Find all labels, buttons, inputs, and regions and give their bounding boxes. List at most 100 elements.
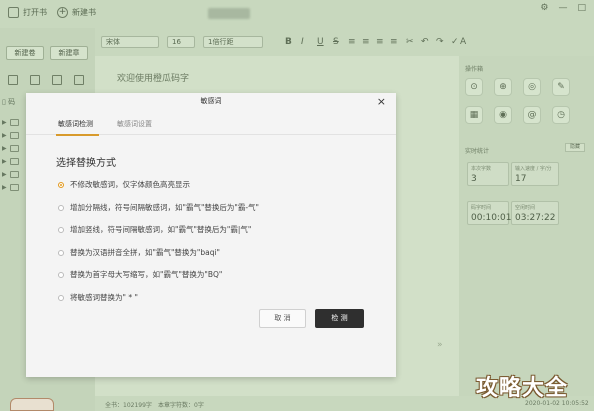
option-initials[interactable]: 替换为首字母大写缩写，如"霸气"替换为"BQ" (58, 269, 222, 280)
target-icon[interactable]: ◉ (494, 106, 512, 124)
radio[interactable] (58, 271, 64, 278)
expand-arrow-icon: ▶ (2, 132, 7, 139)
strikethrough-icon[interactable]: S (333, 37, 339, 47)
add-file-icon[interactable] (8, 75, 18, 85)
underline-icon[interactable]: U (317, 37, 324, 47)
option-label: 替换为首字母大写缩写，如"霸气"替换为"BQ" (70, 270, 223, 279)
new-chapter-button[interactable]: 新建章 (50, 46, 88, 60)
tool-grid: ⊙ ⊕ ◎ ✎ ▦ ◉ @ ◷ (465, 78, 570, 124)
total-word-count: 全书：102199字 (105, 402, 152, 409)
search-icon[interactable]: ⊕ (494, 78, 512, 96)
radio[interactable] (58, 249, 64, 256)
right-panel: 操作箱 ⊙ ⊕ ◎ ✎ ▦ ◉ @ ◷ 实时统计 隐藏 本次字数 3 输入速度 … (459, 56, 594, 396)
tree-header: ▯ 码 (2, 97, 15, 107)
folder-icon (9, 184, 19, 191)
detect-button[interactable]: 检 测 (315, 309, 364, 328)
clock-icon[interactable]: ◷ (552, 106, 570, 124)
option-pinyin[interactable]: 替换为汉语拼音全拼，如"霸气"替换为"baqi" (58, 247, 220, 258)
chapter-char-count: 本章字符数：0字 (158, 402, 204, 409)
tree-node[interactable]: ▶ (2, 155, 19, 168)
export-icon[interactable] (30, 75, 40, 85)
cancel-button[interactable]: 取 消 (259, 309, 306, 328)
cut-icon[interactable]: ✂ (406, 37, 414, 47)
sidebar-icon-row (8, 75, 84, 85)
radio[interactable] (58, 226, 64, 233)
recycle-icon[interactable] (52, 75, 62, 85)
collapse-arrow-icon[interactable]: » (437, 340, 443, 350)
align-left-icon[interactable]: ≡ (348, 37, 356, 47)
new-book-label: 新建书 (72, 8, 96, 17)
check-icon[interactable]: ✓ (451, 37, 459, 47)
at-icon[interactable]: @ (523, 106, 541, 124)
tree-node[interactable]: ▶ (2, 129, 19, 142)
delete-icon[interactable] (74, 75, 84, 85)
line-spacing-select[interactable]: 1倍行距 (203, 36, 263, 48)
option-label: 不修改敏感词，仅字体颜色高亮显示 (70, 180, 190, 189)
tree-node[interactable]: ▶ (2, 168, 19, 181)
stat-label: 空闲时间 (515, 205, 536, 211)
hide-stats-button[interactable]: 隐藏 (565, 143, 585, 152)
open-book-button[interactable]: 打开书 (8, 7, 47, 18)
option-label: 增加分隔线，符号间隔敏感词，如"霸气"替换后为"霸-气" (70, 203, 260, 212)
folder-icon (9, 119, 19, 126)
redo-icon[interactable]: ↷ (436, 37, 444, 47)
app-window: 打开书 + 新建书 ⚙ — □ 新建卷 新建章 ▯ 码 ▶ ▶ ▶ ▶ ▶ ▶ … (0, 0, 594, 411)
stat-value: 00:10:01 (471, 213, 512, 223)
expand-arrow-icon: ▶ (2, 171, 7, 178)
option-highlight[interactable]: 不修改敏感词，仅字体颜色高亮显示 (58, 179, 190, 190)
tree-label: 码 (8, 98, 16, 106)
tree-node[interactable]: ▶ (2, 142, 19, 155)
folder-icon (9, 158, 19, 165)
tree-node[interactable]: ▶ (2, 181, 19, 194)
toolbox-item-icon[interactable]: ⊙ (465, 78, 483, 96)
minimize-icon[interactable]: — (558, 3, 567, 13)
undo-icon[interactable]: ↶ (421, 37, 429, 47)
maximize-icon[interactable]: □ (577, 3, 586, 13)
justify-icon[interactable]: ≡ (390, 37, 398, 47)
table-icon[interactable]: ▦ (465, 106, 483, 124)
tab-settings[interactable]: 敏感词设置 (117, 119, 152, 129)
option-asterisk[interactable]: 将敏感词替换为" * " (58, 292, 138, 303)
font-color-icon[interactable]: A (460, 37, 466, 47)
option-pipe[interactable]: 增加竖线，符号间隔敏感词，如"霸气"替换后为"霸|气" (58, 224, 251, 235)
plus-icon: + (57, 7, 68, 18)
title-bar: 打开书 + 新建书 ⚙ — □ (0, 0, 594, 28)
open-book-label: 打开书 (23, 8, 47, 17)
tools-title: 操作箱 (465, 66, 484, 73)
align-right-icon[interactable]: ≡ (376, 37, 384, 47)
pen-icon[interactable]: ✎ (552, 78, 570, 96)
settings-icon[interactable]: ⚙ (540, 3, 548, 13)
welcome-text: 欢迎使用橙瓜码字 (117, 74, 190, 84)
font-size-select[interactable]: 16 (167, 36, 195, 48)
chapter-tree: ▶ ▶ ▶ ▶ ▶ ▶ (2, 116, 19, 194)
section-title: 选择替换方式 (56, 158, 116, 169)
stat-label: 输入速度 / 字/分 (515, 166, 552, 172)
radio-selected[interactable] (58, 181, 64, 188)
tree-node[interactable]: ▶ (2, 116, 19, 129)
blurred-title (208, 8, 250, 19)
mascot-image (10, 398, 54, 411)
bold-icon[interactable]: B (285, 37, 292, 47)
folder-icon (9, 171, 19, 178)
format-toolbar: 宋体 16 1倍行距 B I U S ≡ ≡ ≡ ≡ ✂ ↶ ↷ ✓ (95, 28, 459, 54)
option-dash[interactable]: 增加分隔线，符号间隔敏感词，如"霸气"替换后为"霸-气" (58, 202, 259, 213)
dialog-tabs: 敏感词检测 敏感词设置 (26, 113, 396, 135)
tab-detect[interactable]: 敏感词检测 (58, 119, 93, 129)
align-center-icon[interactable]: ≡ (362, 37, 370, 47)
expand-arrow-icon: ▶ (2, 158, 7, 165)
close-icon[interactable]: × (377, 95, 386, 108)
radio[interactable] (58, 204, 64, 211)
new-book-button[interactable]: + 新建书 (57, 7, 96, 18)
font-select[interactable]: 宋体 (101, 36, 159, 48)
stat-label: 本次字数 (471, 166, 492, 172)
radio[interactable] (58, 294, 64, 301)
stat-session-words: 本次字数 3 (467, 162, 509, 186)
stats-title: 实时统计 (465, 148, 490, 155)
option-label: 增加竖线，符号间隔敏感词，如"霸气"替换后为"霸|气" (70, 225, 252, 234)
chat-icon[interactable]: ◎ (523, 78, 541, 96)
new-volume-button[interactable]: 新建卷 (6, 46, 44, 60)
stat-value: 17 (515, 174, 527, 184)
option-label: 替换为汉语拼音全拼，如"霸气"替换为"baqi" (70, 248, 220, 257)
italic-icon[interactable]: I (301, 37, 304, 47)
stat-value: 3 (471, 174, 477, 184)
